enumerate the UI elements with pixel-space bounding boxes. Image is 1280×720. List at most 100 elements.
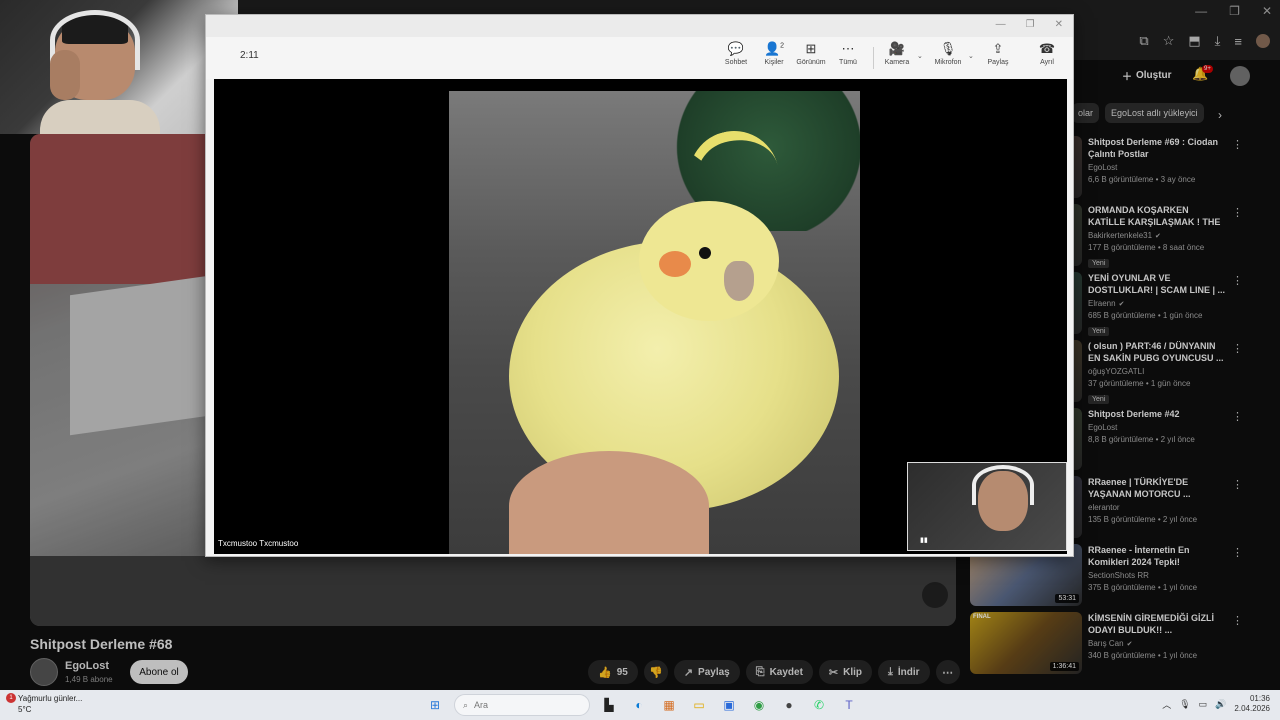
microphone-icon[interactable]: 🎙 — [1179, 699, 1190, 710]
clip-button[interactable]: ✂ Klip — [818, 660, 873, 684]
monitor-icon[interactable]: ▭ — [1199, 699, 1208, 710]
extensions-icon[interactable]: ⬒ — [1188, 33, 1200, 49]
recommendation-meta: 375 B görüntüleme • 1 yıl önce — [1088, 583, 1198, 592]
chip-all[interactable]: olar — [1072, 103, 1100, 123]
share-screen-button[interactable]: ⇪ Paylaş — [978, 41, 1018, 66]
more-vertical-icon[interactable]: ⋮ — [1232, 546, 1243, 559]
meeting-stage: Txcmustoo Txcmustoo ▮▮ — [214, 79, 1067, 554]
edge-browser-icon[interactable]: ◐ — [628, 694, 650, 716]
share-button[interactable]: ↗ Paylaş — [673, 660, 740, 684]
recommendation-thumbnail[interactable]: FINAL 1:36:41 — [970, 612, 1082, 674]
recommendation-title[interactable]: RRaenee | TÜRKİYE'DE YAŞANAN MOTORCU ... — [1088, 476, 1226, 500]
close-button[interactable]: ✕ — [1262, 4, 1272, 18]
chip-from-uploader[interactable]: EgoLost adlı yükleyici — [1105, 103, 1204, 123]
tray-chevron-up-icon[interactable]: ︿ — [1162, 698, 1171, 711]
subscribe-button[interactable]: Abone ol — [130, 660, 188, 684]
recommendation-title[interactable]: ORMANDA KOŞARKEN KATİLLE KARŞILAŞMAK ! T… — [1088, 204, 1226, 228]
recommendation-item[interactable]: FINAL 1:36:41 KİMSENİN GİREMEDİĞİ GİZLİ OD… — [960, 610, 1250, 678]
dislike-button[interactable]: 👎 — [643, 660, 668, 684]
self-preview-video[interactable]: ▮▮ — [907, 462, 1067, 551]
teams-minimize-button[interactable]: — — [996, 19, 1006, 30]
teams-maximize-button[interactable]: ❐ — [1026, 19, 1035, 30]
holding-hand — [509, 451, 709, 554]
recommendation-title[interactable]: YENİ OYUNLAR VE DOSTLUKLAR! | SCAM LINE … — [1088, 272, 1226, 296]
profile-avatar[interactable] — [1256, 34, 1270, 48]
weather-widget[interactable]: 1 Yağmurlu günler... 5°C — [6, 693, 82, 715]
more-vertical-icon[interactable]: ⋮ — [1232, 614, 1243, 627]
recommendation-title[interactable]: RRaenee - İnternetin En Komikleri 2024 T… — [1088, 544, 1226, 568]
more-actions-button[interactable]: ⋯ — [935, 660, 960, 684]
more-horizontal-icon: ⋯ — [841, 41, 855, 56]
teams-close-button[interactable]: ✕ — [1055, 19, 1063, 30]
new-badge: Yeni — [1088, 259, 1110, 268]
recommendation-channel[interactable]: EgoLost — [1088, 423, 1226, 432]
more-vertical-icon[interactable]: ⋮ — [1232, 342, 1243, 355]
leave-button[interactable]: ☎ Ayrıl — [1027, 41, 1067, 66]
recommendation-channel[interactable]: oğuşYOZGATLI — [1088, 367, 1226, 376]
file-explorer-icon[interactable]: ▭ — [688, 694, 710, 716]
more-horizontal-icon: ⋯ — [942, 666, 954, 679]
app-icon[interactable]: ▣ — [718, 694, 740, 716]
view-label: Görünüm — [796, 59, 826, 66]
recommendation-title[interactable]: ( olsun ) PART:46 / DÜNYANIN EN SAKİN PU… — [1088, 340, 1226, 364]
channel-avatar[interactable] — [30, 658, 58, 686]
speaker-icon[interactable]: 🔊 — [1215, 699, 1226, 710]
task-view-icon[interactable]: ▙ — [598, 694, 620, 716]
create-button[interactable]: ＋ Oluştur — [1122, 68, 1172, 83]
chat-button[interactable]: 💬 Sohbet — [716, 41, 756, 66]
playlist-icon[interactable]: ≡ — [1234, 34, 1242, 49]
chevron-right-icon[interactable]: › — [1218, 108, 1222, 122]
teams-meeting-window[interactable]: — ❐ ✕ 2:11 💬 Sohbet 👤2 Kişiler ⊞ Görünüm… — [205, 14, 1074, 557]
more-vertical-icon[interactable]: ⋮ — [1232, 138, 1243, 151]
whatsapp-icon[interactable]: ✆ — [808, 694, 830, 716]
participant-video[interactable] — [449, 91, 860, 554]
more-vertical-icon[interactable]: ⋮ — [1232, 410, 1243, 423]
user-avatar[interactable] — [1230, 66, 1250, 86]
more-label: Tümü — [839, 59, 857, 66]
minimize-button[interactable]: — — [1195, 4, 1207, 18]
more-vertical-icon[interactable]: ⋮ — [1232, 478, 1243, 491]
recommendation-channel[interactable]: Bakirkertenkele31 ✔ — [1088, 231, 1226, 240]
download-icon[interactable]: ⤓ — [1215, 33, 1221, 49]
mic-options-chevron-icon[interactable]: ⌄ — [968, 52, 974, 60]
bookmark-icon: ⎘ — [755, 665, 765, 678]
taskbar-search[interactable]: ⌕ Ara — [454, 694, 590, 716]
camera-options-chevron-icon[interactable]: ⌄ — [917, 52, 923, 60]
taskbar-apps: ⊞ ⌕ Ara ▙ ◐ ▦ ▭ ▣ ◉ ● ✆ T — [424, 694, 860, 716]
download-button[interactable]: ⤓ İndir — [878, 660, 930, 684]
mic-button[interactable]: 🎙 Mikrofon — [928, 41, 968, 66]
recommendation-channel-name: Bakirkertenkele31 — [1088, 231, 1153, 240]
teams-titlebar[interactable]: — ❐ ✕ — [206, 15, 1073, 37]
more-vertical-icon[interactable]: ⋮ — [1232, 206, 1243, 219]
windows-start-icon[interactable]: ⊞ — [424, 694, 446, 716]
filter-chips: olar EgoLost adlı yükleyici — [1072, 103, 1204, 123]
mic-label: Mikrofon — [934, 59, 962, 66]
maximize-button[interactable]: ❐ — [1229, 4, 1240, 18]
clock[interactable]: 01:36 2.04.2026 — [1234, 694, 1270, 714]
recommendation-channel[interactable]: Elraenn ✔ — [1088, 299, 1226, 308]
bookmark-star-icon[interactable]: ☆ — [1163, 33, 1175, 49]
steam-icon[interactable]: ● — [778, 694, 800, 716]
view-button[interactable]: ⊞ Görünüm — [791, 41, 831, 66]
save-button[interactable]: ⎘ Kaydet — [745, 660, 813, 684]
recommendation-title[interactable]: KİMSENİN GİREMEDİĞİ GİZLİ ODAYI BULDUK!!… — [1088, 612, 1226, 636]
camera-button[interactable]: 🎥 Kamera — [877, 41, 917, 66]
recommendation-channel[interactable]: Barış Can ✔ — [1088, 639, 1226, 648]
video-actions: 👍 95 👎 ↗ Paylaş ⎘ Kaydet ✂ Klip ⤓ İndir … — [588, 660, 960, 684]
recommendation-channel[interactable]: elerantor — [1088, 503, 1226, 512]
cast-icon[interactable]: ⧉ — [1139, 33, 1148, 49]
notification-count-badge: 9+ — [1202, 65, 1213, 73]
recommendation-title[interactable]: Shitpost Derleme #69 : Ciodan Çalıntı Po… — [1088, 136, 1226, 160]
chrome-icon[interactable]: ◉ — [748, 694, 770, 716]
channel-name[interactable]: EgoLost — [65, 660, 109, 672]
recommendation-title[interactable]: Shitpost Derleme #42 — [1088, 408, 1226, 420]
share-screen-label: Paylaş — [987, 59, 1009, 66]
recommendation-channel[interactable]: EgoLost — [1088, 163, 1226, 172]
more-vertical-icon[interactable]: ⋮ — [1232, 274, 1243, 287]
recommendation-channel[interactable]: SectionShots RR — [1088, 571, 1226, 580]
store-icon[interactable]: ▦ — [658, 694, 680, 716]
like-button[interactable]: 👍 95 — [588, 660, 638, 684]
teams-icon[interactable]: T — [838, 694, 860, 716]
people-button[interactable]: 👤2 Kişiler — [754, 41, 794, 66]
more-button[interactable]: ⋯ Tümü — [828, 41, 868, 66]
